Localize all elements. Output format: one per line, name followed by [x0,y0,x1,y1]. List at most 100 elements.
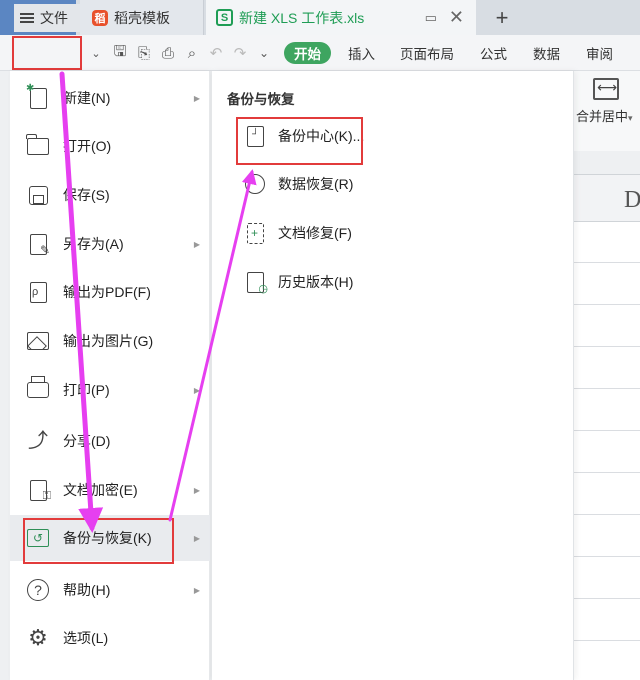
quick-access-toolbar: ⌄ 🖫 ⎘ ⎙ ⌕ ↶ ↷ ⌄ [84,35,276,71]
backup-center-icon: ┘ [244,124,266,148]
menu-item-help[interactable]: ? 帮助(H) ▶ [10,567,210,613]
menu-item-label: 备份与恢复(K) [63,530,152,546]
menu-item-save-as[interactable]: ✎ 另存为(A) ▶ [10,221,210,267]
menu-item-label: 分享(D) [63,433,111,449]
cell-grid[interactable] [574,222,640,680]
tab-document[interactable]: S 新建 XLS 工作表.xls ▭ ✕ [206,0,476,35]
close-tab-icon[interactable]: ✕ [449,7,464,28]
doc-repair-icon: + [244,221,266,245]
submenu-arrow-icon: ▶ [193,239,200,249]
tab-data-label: 数据 [533,47,560,62]
save-icon [26,183,50,207]
menu-item-options[interactable]: ⚙ 选项(L) [10,615,210,661]
merge-center-icon[interactable] [593,78,619,100]
encrypt-icon: ⚿ [26,478,51,502]
grid-line [574,640,640,641]
menu-item-label: 文档加密(E) [63,482,138,498]
data-recovery-icon [244,172,266,196]
save-as-icon: ✎ [26,232,50,256]
print-icon [26,376,50,402]
gear-icon: ⚙ [28,625,48,650]
submenu-item-data-recovery[interactable]: 数据恢复(R) [240,164,440,204]
submenu-item-label: 备份中心(K)... [278,128,365,144]
menu-item-export-pdf[interactable]: ρ 输出为PDF(F) [10,269,210,315]
tab-document-label: 新建 XLS 工作表.xls [239,9,365,26]
file-menu-button[interactable]: 文件 [14,4,80,32]
tab-insert-label: 插入 [348,47,375,62]
backup-restore-icon: ↺ [26,526,50,550]
share-icon: ⤴ [28,430,48,452]
history-version-icon: ◷ [244,270,268,295]
dropdown-icon[interactable]: ⌄ [84,47,108,60]
backup-submenu [212,71,574,680]
tab-page-layout[interactable]: 页面布局 [400,42,454,64]
spreadsheet-icon: S [216,9,233,26]
menu-item-label: 选项(L) [63,630,109,646]
submenu-item-backup-center[interactable]: ┘ 备份中心(K)... [240,116,440,156]
menu-item-encrypt[interactable]: ⚿ 文档加密(E) ▶ [10,467,210,513]
grid-line [574,262,640,263]
column-letter: D [624,187,640,213]
menu-item-save[interactable]: 保存(S) [10,172,210,218]
menu-item-label: 保存(S) [63,187,110,203]
pin-window-icon[interactable]: ▭ [425,10,437,26]
merge-center-label: 合并居中 [576,109,629,124]
grid-line [574,598,640,599]
tab-bar: 首页 稻 稻壳模板 S 新建 XLS 工作表.xls ▭ ✕ + [0,0,640,35]
submenu-item-history-version[interactable]: ◷ 历史版本(H) [240,262,440,302]
menu-item-print[interactable]: 打印(P) ▶ [10,367,210,413]
tab-insert[interactable]: 插入 [348,42,375,64]
menu-item-label: 输出为PDF(F) [63,284,151,300]
export-image-icon [26,329,50,353]
submenu-item-doc-repair[interactable]: + 文档修复(F) [240,213,440,253]
merge-dropdown-icon[interactable]: ▾ [628,113,633,123]
export-icon[interactable]: ⎘ [132,45,156,62]
submenu-arrow-icon: ▶ [193,533,200,543]
submenu-item-label: 文档修复(F) [278,225,352,241]
menu-item-backup-restore[interactable]: ↺ 备份与恢复(K) ▶ [10,515,210,561]
tab-start-label: 开始 [294,47,321,62]
submenu-arrow-icon: ▶ [193,385,200,395]
menu-item-label: 打开(O) [63,138,112,154]
export-pdf-icon: ρ [26,280,50,304]
tab-data[interactable]: 数据 [533,42,560,64]
folder-icon [26,133,50,158]
tab-formula[interactable]: 公式 [480,42,507,64]
menu-item-label: 另存为(A) [63,236,124,252]
merge-center-button[interactable]: 合并居中▾ [576,106,633,125]
submenu-arrow-icon: ▶ [193,585,200,595]
tab-template[interactable]: 稻 稻壳模板 [80,0,204,35]
file-menu-label: 文件 [40,10,68,26]
menu-item-share[interactable]: ⤴ 分享(D) [10,418,210,464]
file-menu: ✱ 新建(N) ▶ 打开(O) 保存(S) ✎ 另存为(A) ▶ ρ 输出为PD… [10,71,210,680]
redo-icon[interactable]: ↷ [228,44,252,62]
new-tab-button[interactable]: + [488,0,516,35]
submenu-item-label: 历史版本(H) [278,274,354,290]
menu-item-open[interactable]: 打开(O) [10,123,210,169]
menu-item-new[interactable]: ✱ 新建(N) ▶ [10,75,210,121]
grid-line [574,388,640,389]
hamburger-icon [20,13,34,23]
tab-formula-label: 公式 [480,47,507,62]
menu-item-label: 新建(N) [63,90,111,106]
print-preview-icon[interactable]: ⌕ [180,45,204,62]
undo-icon[interactable]: ↶ [204,44,228,62]
tab-start[interactable]: 开始 [284,42,331,64]
tab-review[interactable]: 审阅 [586,42,613,64]
save-icon[interactable]: 🖫 [108,41,132,66]
print-icon[interactable]: ⎙ [156,45,180,62]
submenu-title: 备份与恢复 [227,92,295,107]
tab-page-layout-label: 页面布局 [400,47,454,62]
submenu-item-label: 数据恢复(R) [278,176,354,192]
grid-line [574,304,640,305]
menu-item-export-image[interactable]: 输出为图片(G) [10,318,210,364]
submenu-arrow-icon: ▶ [193,93,200,103]
column-header[interactable]: D [574,174,640,222]
customize-icon[interactable]: ⌄ [252,46,276,60]
grid-line [574,430,640,431]
grid-line [574,346,640,347]
tab-template-label: 稻壳模板 [114,9,170,26]
menu-item-label: 输出为图片(G) [63,333,154,349]
menu-item-label: 帮助(H) [63,582,111,598]
plus-icon: + [495,4,509,30]
